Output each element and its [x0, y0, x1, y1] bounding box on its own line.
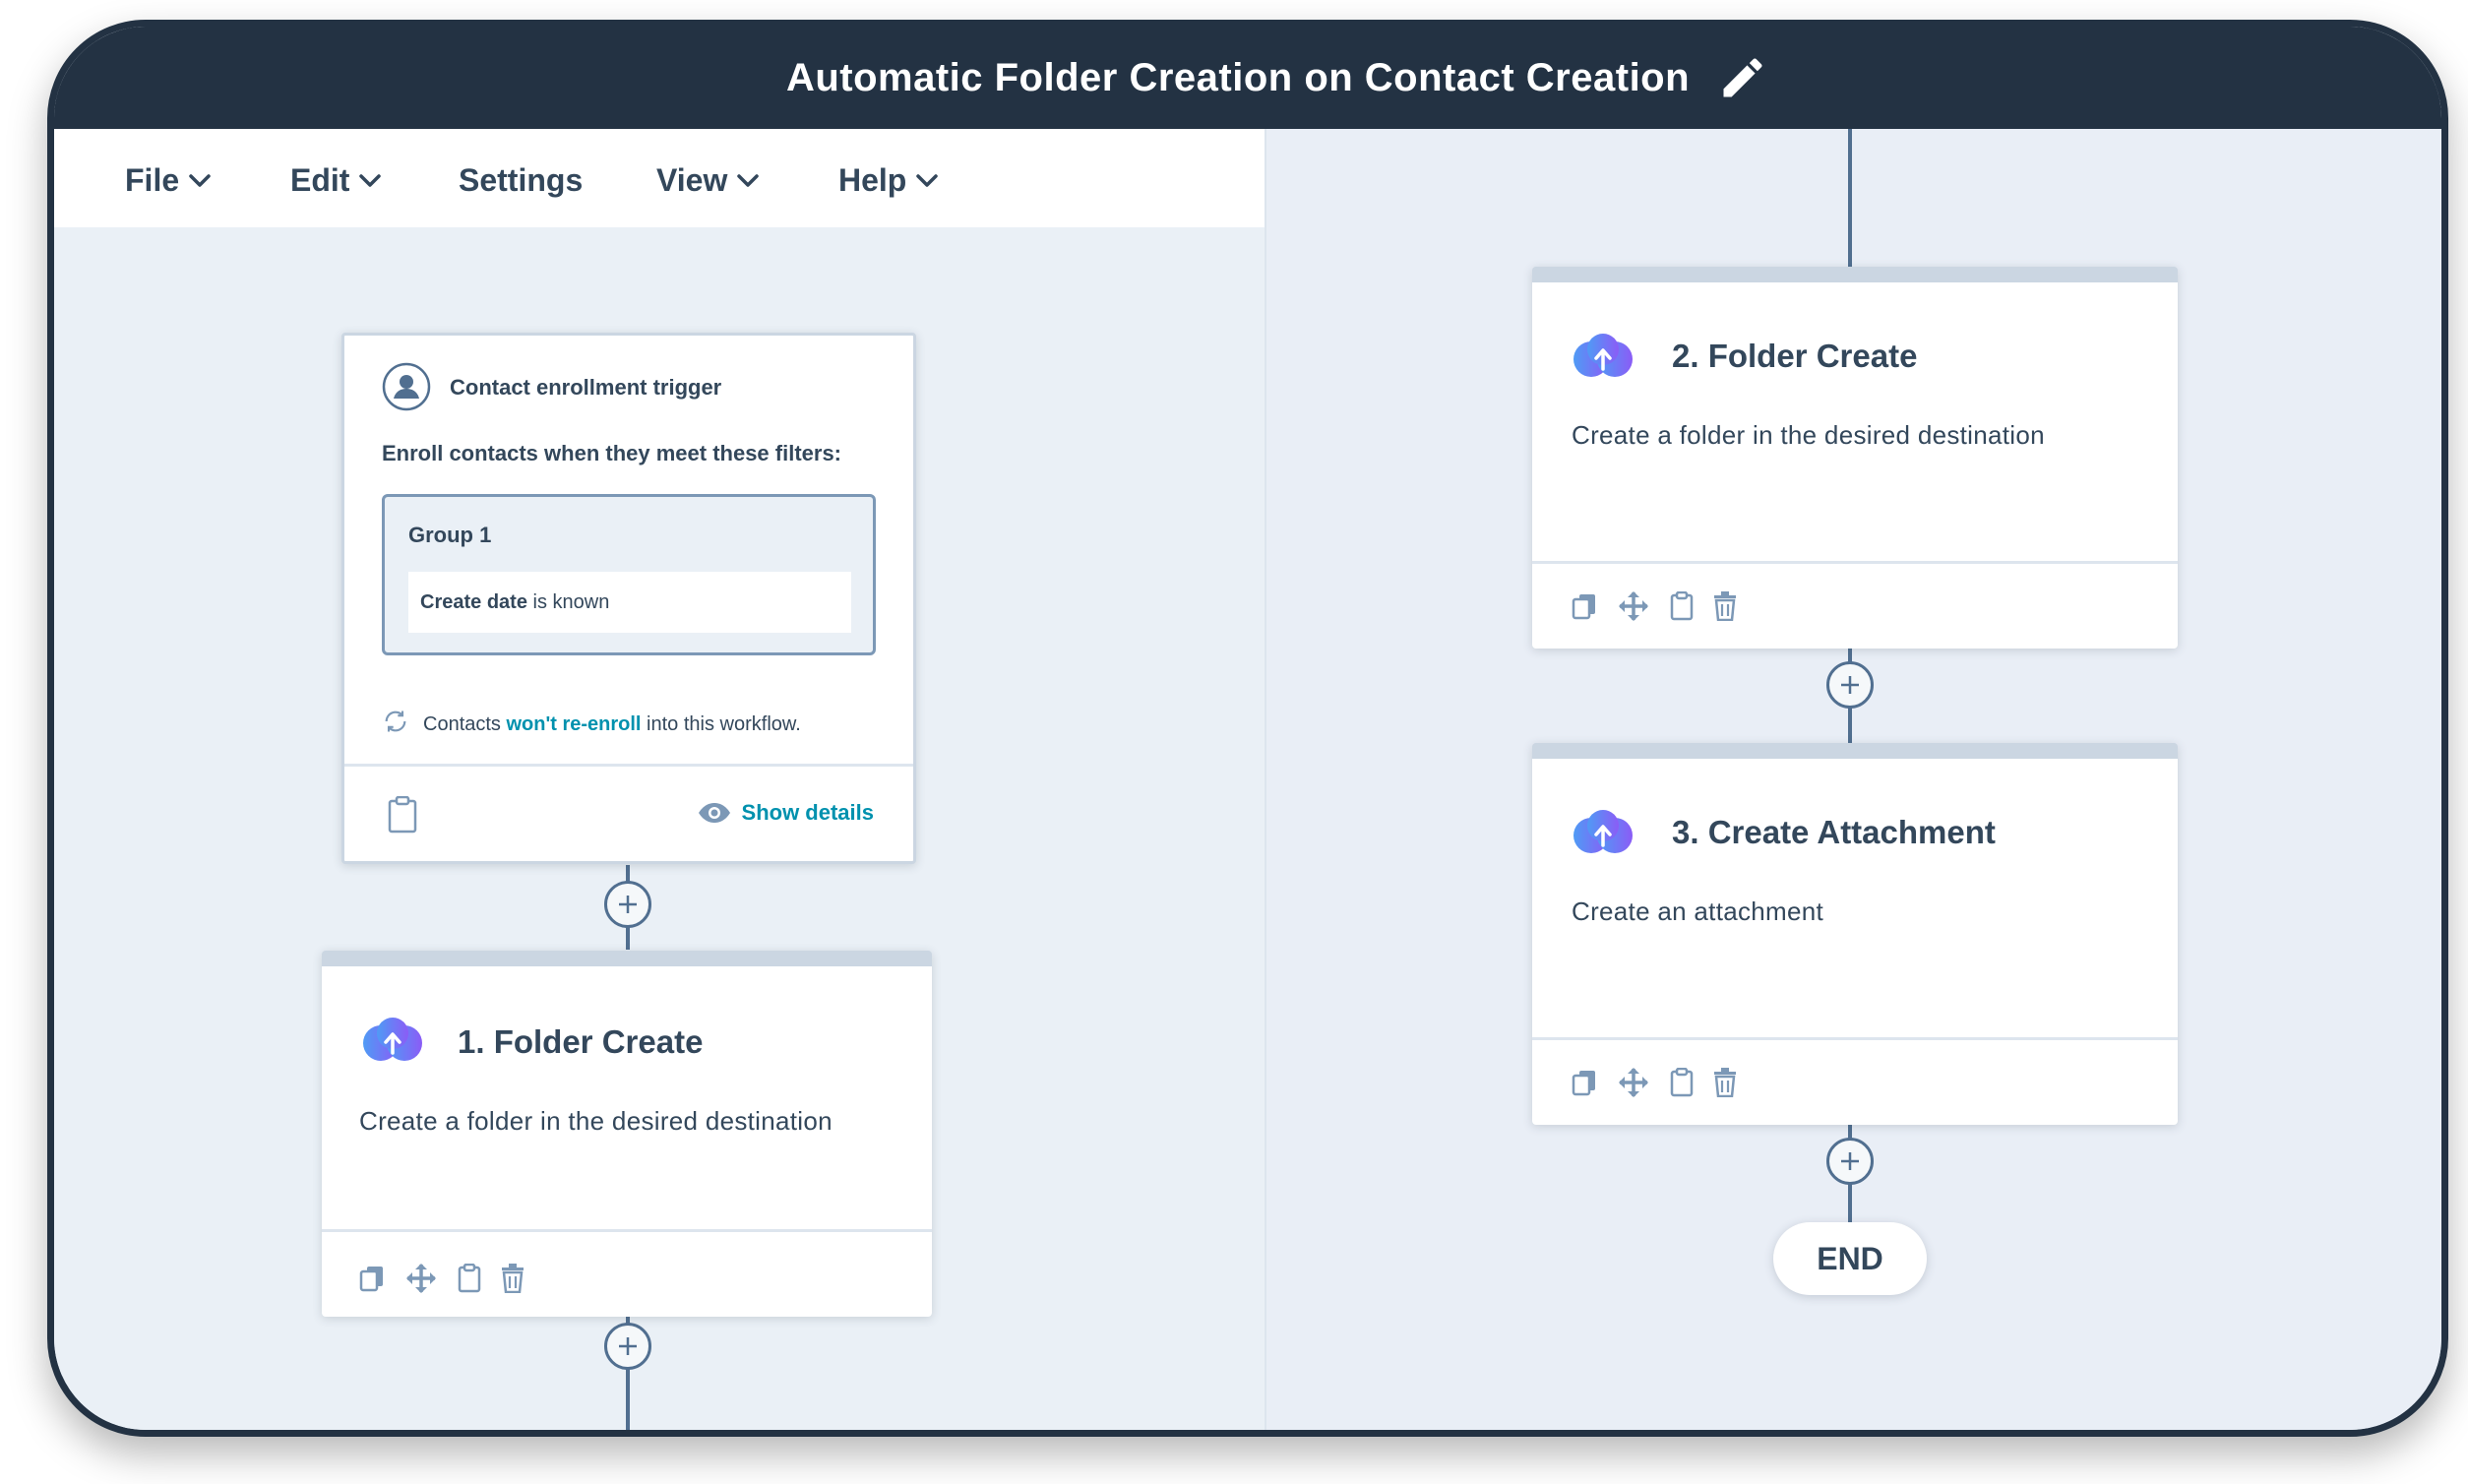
copy-icon[interactable] — [1572, 1069, 1597, 1096]
clipboard-icon[interactable] — [1670, 591, 1694, 621]
trigger-title: Contact enrollment trigger — [450, 375, 722, 400]
action-description: Create a folder in the desired destinati… — [1572, 420, 2045, 450]
clipboard-icon[interactable] — [458, 1264, 481, 1293]
show-details-link[interactable]: Show details — [697, 800, 874, 826]
title-bar: Automatic Folder Creation on Contact Cre… — [54, 27, 2441, 129]
cloud-upload-icon — [1573, 810, 1633, 853]
workflow-window: Automatic Folder Creation on Contact Cre… — [47, 20, 2448, 1437]
action-description: Create an attachment — [1572, 897, 1824, 926]
add-step-button[interactable] — [604, 881, 651, 928]
plus-icon — [619, 1337, 637, 1355]
enrollment-trigger-card[interactable]: Contact enrollment trigger Enroll contac… — [341, 333, 916, 864]
action-card-2[interactable]: 2. Folder Create Create a folder in the … — [1532, 267, 2178, 649]
add-step-button[interactable] — [1826, 661, 1874, 709]
filter-condition: is known — [532, 590, 610, 613]
add-step-button[interactable] — [604, 1323, 651, 1370]
show-details-label: Show details — [741, 800, 874, 825]
end-node: END — [1773, 1222, 1927, 1295]
action-title: 1. Folder Create — [458, 1023, 704, 1060]
group-label: Group 1 — [408, 523, 492, 547]
add-step-button[interactable] — [1826, 1138, 1874, 1185]
reenroll-prefix: Contacts — [423, 713, 501, 735]
chevron-down-icon — [916, 173, 939, 187]
eye-icon — [698, 803, 730, 823]
move-icon[interactable] — [1617, 1066, 1650, 1099]
menu-settings-label: Settings — [459, 162, 584, 198]
filters-heading: Enroll contacts when they meet these fil… — [382, 441, 842, 465]
action-footer — [1532, 561, 2178, 649]
action-card-1[interactable]: 1. Folder Create Create a folder in the … — [322, 951, 932, 1317]
plus-icon — [1841, 676, 1859, 694]
trash-icon[interactable] — [501, 1264, 524, 1293]
chevron-down-icon — [189, 173, 211, 187]
plus-icon — [1841, 1152, 1859, 1170]
reenroll-suffix: into this workflow. — [647, 713, 801, 735]
action-footer — [1532, 1037, 2178, 1125]
menu-file-label: File — [125, 162, 180, 198]
reenroll-link[interactable]: won't re-enroll — [507, 713, 642, 735]
clipboard-icon[interactable] — [388, 796, 417, 834]
action-title: 2. Folder Create — [1672, 338, 1918, 374]
action-toolbar — [359, 1262, 524, 1295]
clipboard-icon[interactable] — [1670, 1068, 1694, 1097]
filter-row[interactable]: Create date is known — [408, 572, 851, 633]
action-title: 3. Create Attachment — [1672, 814, 1996, 850]
filter-property: Create date — [420, 590, 527, 613]
filter-group[interactable]: Group 1 Create date is known — [382, 494, 876, 655]
cloud-upload-icon — [363, 1018, 422, 1061]
chevron-down-icon — [737, 173, 760, 187]
trigger-footer: Show details — [344, 764, 913, 861]
menu-view-label: View — [656, 162, 728, 198]
contact-avatar-icon — [382, 362, 431, 411]
menu-edit-label: Edit — [290, 162, 350, 198]
cloud-upload-icon — [1573, 334, 1633, 377]
copy-icon[interactable] — [359, 1265, 385, 1292]
move-icon[interactable] — [404, 1262, 438, 1295]
menu-help-label: Help — [838, 162, 907, 198]
reenroll-note: Contacts won't re-enroll into this workf… — [423, 713, 801, 736]
action-footer — [322, 1229, 932, 1317]
menu-view[interactable]: View — [656, 162, 760, 199]
copy-icon[interactable] — [1572, 592, 1597, 620]
menu-edit[interactable]: Edit — [290, 162, 382, 199]
action-card-3[interactable]: 3. Create Attachment Create an attachmen… — [1532, 743, 2178, 1125]
plus-icon — [619, 896, 637, 913]
pencil-icon[interactable] — [1717, 52, 1768, 103]
pane-divider — [1265, 129, 1266, 1430]
chevron-down-icon — [359, 173, 382, 187]
menu-bar: File Edit Settings View Help — [54, 129, 1265, 227]
menu-file[interactable]: File — [125, 162, 211, 199]
refresh-icon — [385, 711, 406, 732]
menu-help[interactable]: Help — [838, 162, 939, 199]
connector-line — [1848, 129, 1852, 267]
move-icon[interactable] — [1617, 589, 1650, 623]
trash-icon[interactable] — [1713, 591, 1737, 621]
trash-icon[interactable] — [1713, 1068, 1737, 1097]
workflow-title: Automatic Folder Creation on Contact Cre… — [785, 55, 1691, 99]
action-description: Create a folder in the desired destinati… — [359, 1106, 833, 1136]
menu-settings[interactable]: Settings — [459, 162, 583, 199]
action-toolbar — [1572, 1066, 1737, 1099]
action-toolbar — [1572, 589, 1737, 623]
